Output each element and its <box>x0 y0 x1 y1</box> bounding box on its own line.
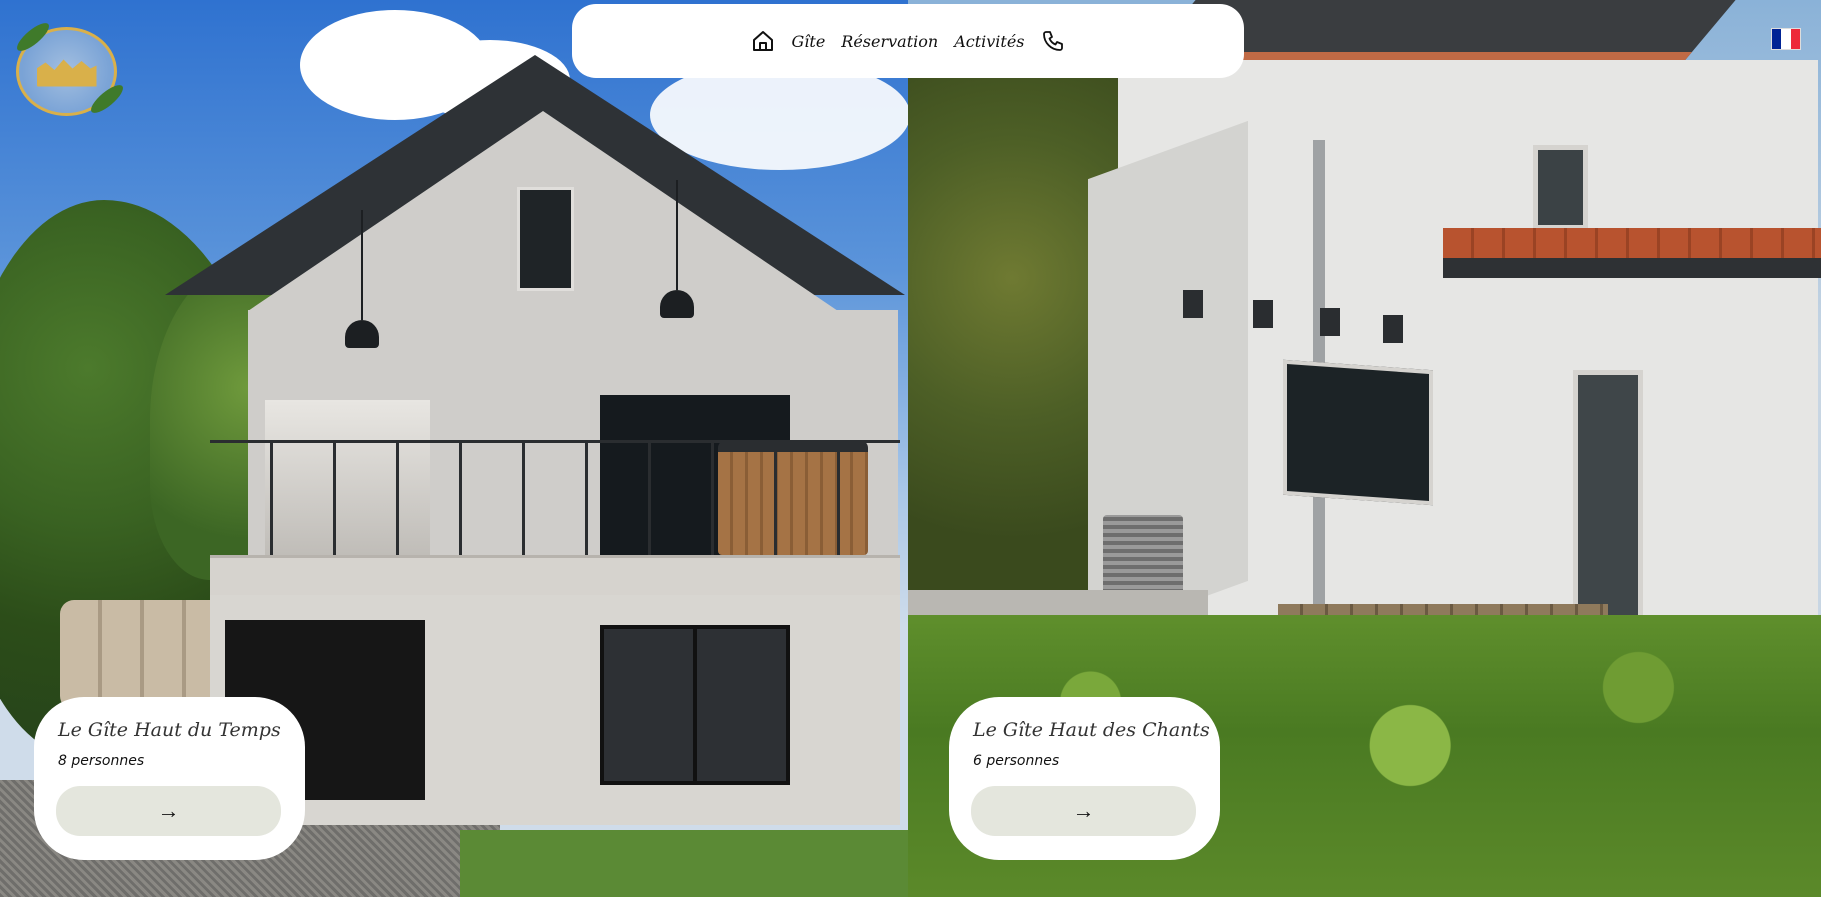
logo-mountains <box>36 59 97 87</box>
phone-icon[interactable] <box>1041 29 1065 53</box>
lawn <box>460 830 908 897</box>
bay-window <box>600 625 790 785</box>
main-navigation: Gîte Réservation Activités <box>572 4 1244 78</box>
rock-wall <box>60 600 230 710</box>
card-title: Le Gîte Haut des Chants <box>973 719 1210 741</box>
flag-stripe-white <box>1781 29 1791 49</box>
wall-beam-end <box>1320 308 1340 336</box>
nav-gite[interactable]: Gîte <box>791 32 825 51</box>
card-arrow-button[interactable]: → <box>56 786 281 836</box>
window <box>1283 359 1433 506</box>
wall-beam-end <box>1183 290 1203 318</box>
card-capacity: 6 personnes <box>973 753 1060 769</box>
gite-card-haut-du-temps: Le Gîte Haut du Temps 8 personnes → <box>34 697 305 860</box>
pendant-lamp <box>660 180 694 318</box>
balcony-railing <box>210 440 900 558</box>
arrow-right-icon: → <box>1072 798 1095 823</box>
nav-reservation[interactable]: Réservation <box>841 32 938 51</box>
house <box>165 55 908 830</box>
card-capacity: 8 personnes <box>58 753 145 769</box>
french-flag-icon[interactable] <box>1771 28 1801 50</box>
pendant-lamp <box>345 210 379 348</box>
roof-tiles <box>1443 228 1821 260</box>
window <box>517 187 574 291</box>
flag-stripe-red <box>1790 29 1800 49</box>
card-arrow-button[interactable]: → <box>971 786 1196 836</box>
door <box>1573 370 1643 640</box>
nav-activites[interactable]: Activités <box>954 32 1024 51</box>
balcony-slab <box>210 555 900 595</box>
house <box>1058 0 1821 640</box>
flag-stripe-blue <box>1772 29 1782 49</box>
wall-beam-end <box>1383 315 1403 343</box>
gite-card-haut-des-chants: Le Gîte Haut des Chants 6 personnes → <box>949 697 1220 860</box>
window <box>1533 145 1588 230</box>
eave <box>1443 258 1821 278</box>
gite-logo-icon[interactable] <box>13 18 127 118</box>
wall-beam-end <box>1253 300 1273 328</box>
arrow-right-icon: → <box>157 798 180 823</box>
home-icon[interactable] <box>751 29 775 53</box>
card-title: Le Gîte Haut du Temps <box>58 719 281 741</box>
